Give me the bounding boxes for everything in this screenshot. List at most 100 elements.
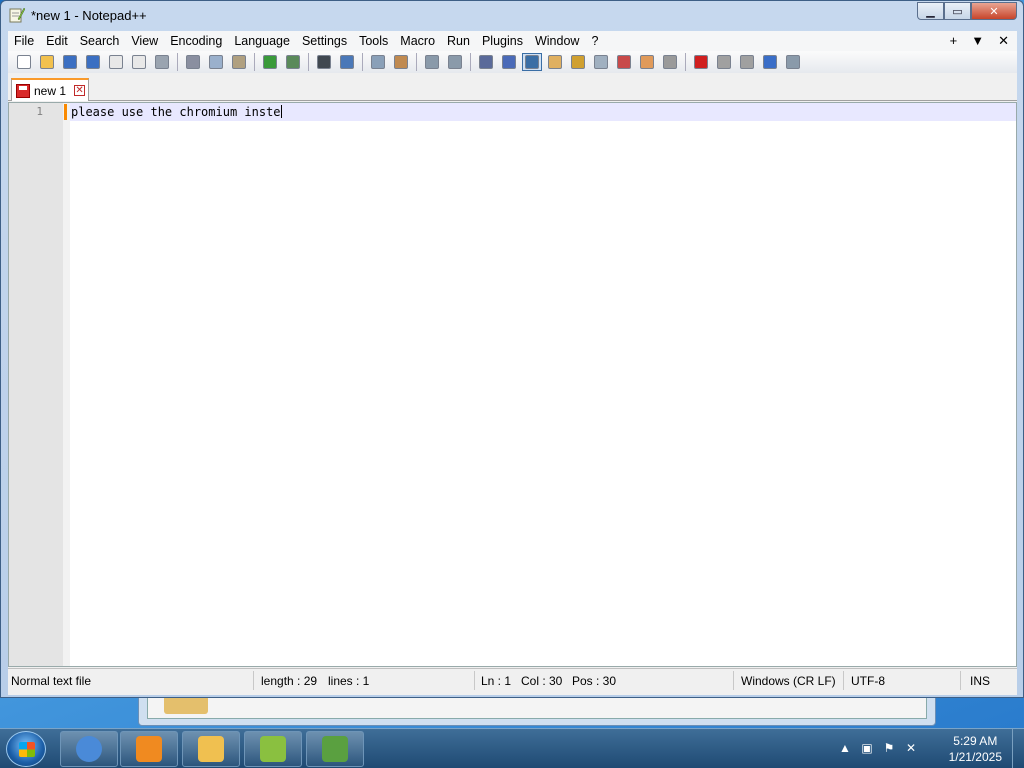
background-window-body (147, 696, 927, 719)
tab-list-dropdown[interactable]: ▼ (971, 31, 984, 51)
show-all-chars-button[interactable] (499, 53, 519, 71)
taskbar-notepadpp-chameleon-button[interactable] (306, 731, 364, 767)
playback-button[interactable] (737, 53, 757, 71)
save-macro-button[interactable] (783, 53, 803, 71)
taskbar-media-player-button[interactable] (120, 731, 178, 767)
show-hidden-icons-icon[interactable]: ▲ (838, 741, 852, 755)
volume-muted-icon[interactable]: ✕ (904, 741, 918, 755)
new-file-button[interactable] (14, 53, 34, 71)
menu-search[interactable]: Search (74, 31, 126, 51)
doc-list-button[interactable] (591, 53, 611, 71)
menu-window[interactable]: Window (529, 31, 585, 51)
tab-new-1[interactable]: new 1 ✕ (11, 78, 89, 101)
udl-button[interactable] (545, 53, 565, 71)
toolbar (8, 51, 1017, 73)
show-desktop-button[interactable] (1012, 729, 1024, 768)
clock-time: 5:29 AM (953, 734, 998, 748)
menu-plugins[interactable]: Plugins (476, 31, 529, 51)
sync-vertical-button[interactable] (422, 53, 442, 71)
clock[interactable]: 5:29 AM 1/21/2025 (949, 733, 1002, 765)
taskbar-notepadpp-button[interactable] (244, 731, 302, 767)
redo-button[interactable] (283, 53, 303, 71)
action-center-flag-icon[interactable]: ⚑ (882, 741, 896, 755)
editor-line-1[interactable]: please use the chromium inste (71, 103, 282, 121)
stop-record-button[interactable] (714, 53, 734, 71)
find-button[interactable] (314, 53, 334, 71)
save-all-button[interactable] (83, 53, 103, 71)
status-encoding[interactable]: UTF-8 (851, 674, 885, 688)
record-macro-button[interactable] (691, 53, 711, 71)
function-list-icon (617, 55, 631, 69)
sync-horizontal-button[interactable] (445, 53, 465, 71)
doc-map-button[interactable] (568, 53, 588, 71)
tab-close-icon[interactable]: ✕ (74, 85, 86, 96)
print-button[interactable] (152, 53, 172, 71)
notepadpp-app-icon (9, 7, 25, 23)
open-file-icon (40, 55, 54, 69)
status-eol[interactable]: Windows (CR LF) (741, 674, 836, 688)
menu-file[interactable]: File (8, 31, 40, 51)
add-tab-button[interactable]: + (950, 31, 958, 51)
taskbar-file-explorer-button[interactable] (182, 731, 240, 767)
network-icon[interactable]: ▣ (860, 741, 874, 755)
function-list-button[interactable] (614, 53, 634, 71)
tab-label: new 1 (34, 83, 67, 98)
status-insert-mode[interactable]: INS (970, 674, 990, 688)
monitoring-button[interactable] (660, 53, 680, 71)
save-button[interactable] (60, 53, 80, 71)
status-divider (960, 671, 961, 690)
replace-button[interactable] (337, 53, 357, 71)
menu-edit[interactable]: Edit (40, 31, 74, 51)
start-button[interactable] (6, 731, 46, 767)
window-title: *new 1 - Notepad++ (31, 8, 147, 23)
new-file-icon (17, 55, 31, 69)
toolbar-separator (177, 53, 178, 71)
indent-guide-icon (525, 55, 539, 69)
word-wrap-icon (479, 55, 493, 69)
notepadpp-icon (260, 736, 286, 762)
record-macro-icon (694, 55, 708, 69)
menu-run[interactable]: Run (441, 31, 476, 51)
zoom-in-button[interactable] (368, 53, 388, 71)
status-col: Col : 30 (521, 674, 563, 688)
text-editor[interactable]: 1 please use the chromium inste (8, 102, 1017, 667)
minimize-button[interactable]: ▁ (917, 2, 944, 20)
menu-language[interactable]: Language (228, 31, 296, 51)
folder-as-workspace-button[interactable] (637, 53, 657, 71)
copy-button[interactable] (206, 53, 226, 71)
cut-button[interactable] (183, 53, 203, 71)
menu-macro[interactable]: Macro (394, 31, 441, 51)
menu-view[interactable]: View (125, 31, 164, 51)
title-bar[interactable]: *new 1 - Notepad++ ▁ ▭ ✕ (1, 1, 1023, 31)
menu-bar: File Edit Search View Encoding Language … (8, 31, 1017, 51)
close-button[interactable]: ✕ (971, 2, 1017, 20)
cut-icon (186, 55, 200, 69)
zoom-out-button[interactable] (391, 53, 411, 71)
show-all-chars-icon (502, 55, 516, 69)
monitoring-icon (663, 55, 677, 69)
copy-icon (209, 55, 223, 69)
taskbar-chrome-button[interactable] (60, 731, 118, 767)
menu-tools[interactable]: Tools (353, 31, 394, 51)
close-button[interactable] (106, 53, 126, 71)
paste-button[interactable] (229, 53, 249, 71)
open-file-button[interactable] (37, 53, 57, 71)
chrome-icon (76, 736, 102, 762)
menu-help[interactable]: ? (585, 31, 604, 51)
maximize-button[interactable]: ▭ (944, 2, 971, 20)
menu-settings[interactable]: Settings (296, 31, 353, 51)
status-file-type: Normal text file (11, 674, 92, 688)
close-all-button[interactable] (129, 53, 149, 71)
udl-icon (548, 55, 562, 69)
doc-list-icon (594, 55, 608, 69)
close-doc-button[interactable]: ✕ (998, 31, 1009, 51)
word-wrap-button[interactable] (476, 53, 496, 71)
menu-encoding[interactable]: Encoding (164, 31, 228, 51)
zoom-in-icon (371, 55, 385, 69)
status-length: length : 29 (261, 674, 318, 688)
indent-guide-button[interactable] (522, 53, 542, 71)
toolbar-separator (470, 53, 471, 71)
save-macro-icon (786, 55, 800, 69)
undo-button[interactable] (260, 53, 280, 71)
run-macro-multiple-button[interactable] (760, 53, 780, 71)
